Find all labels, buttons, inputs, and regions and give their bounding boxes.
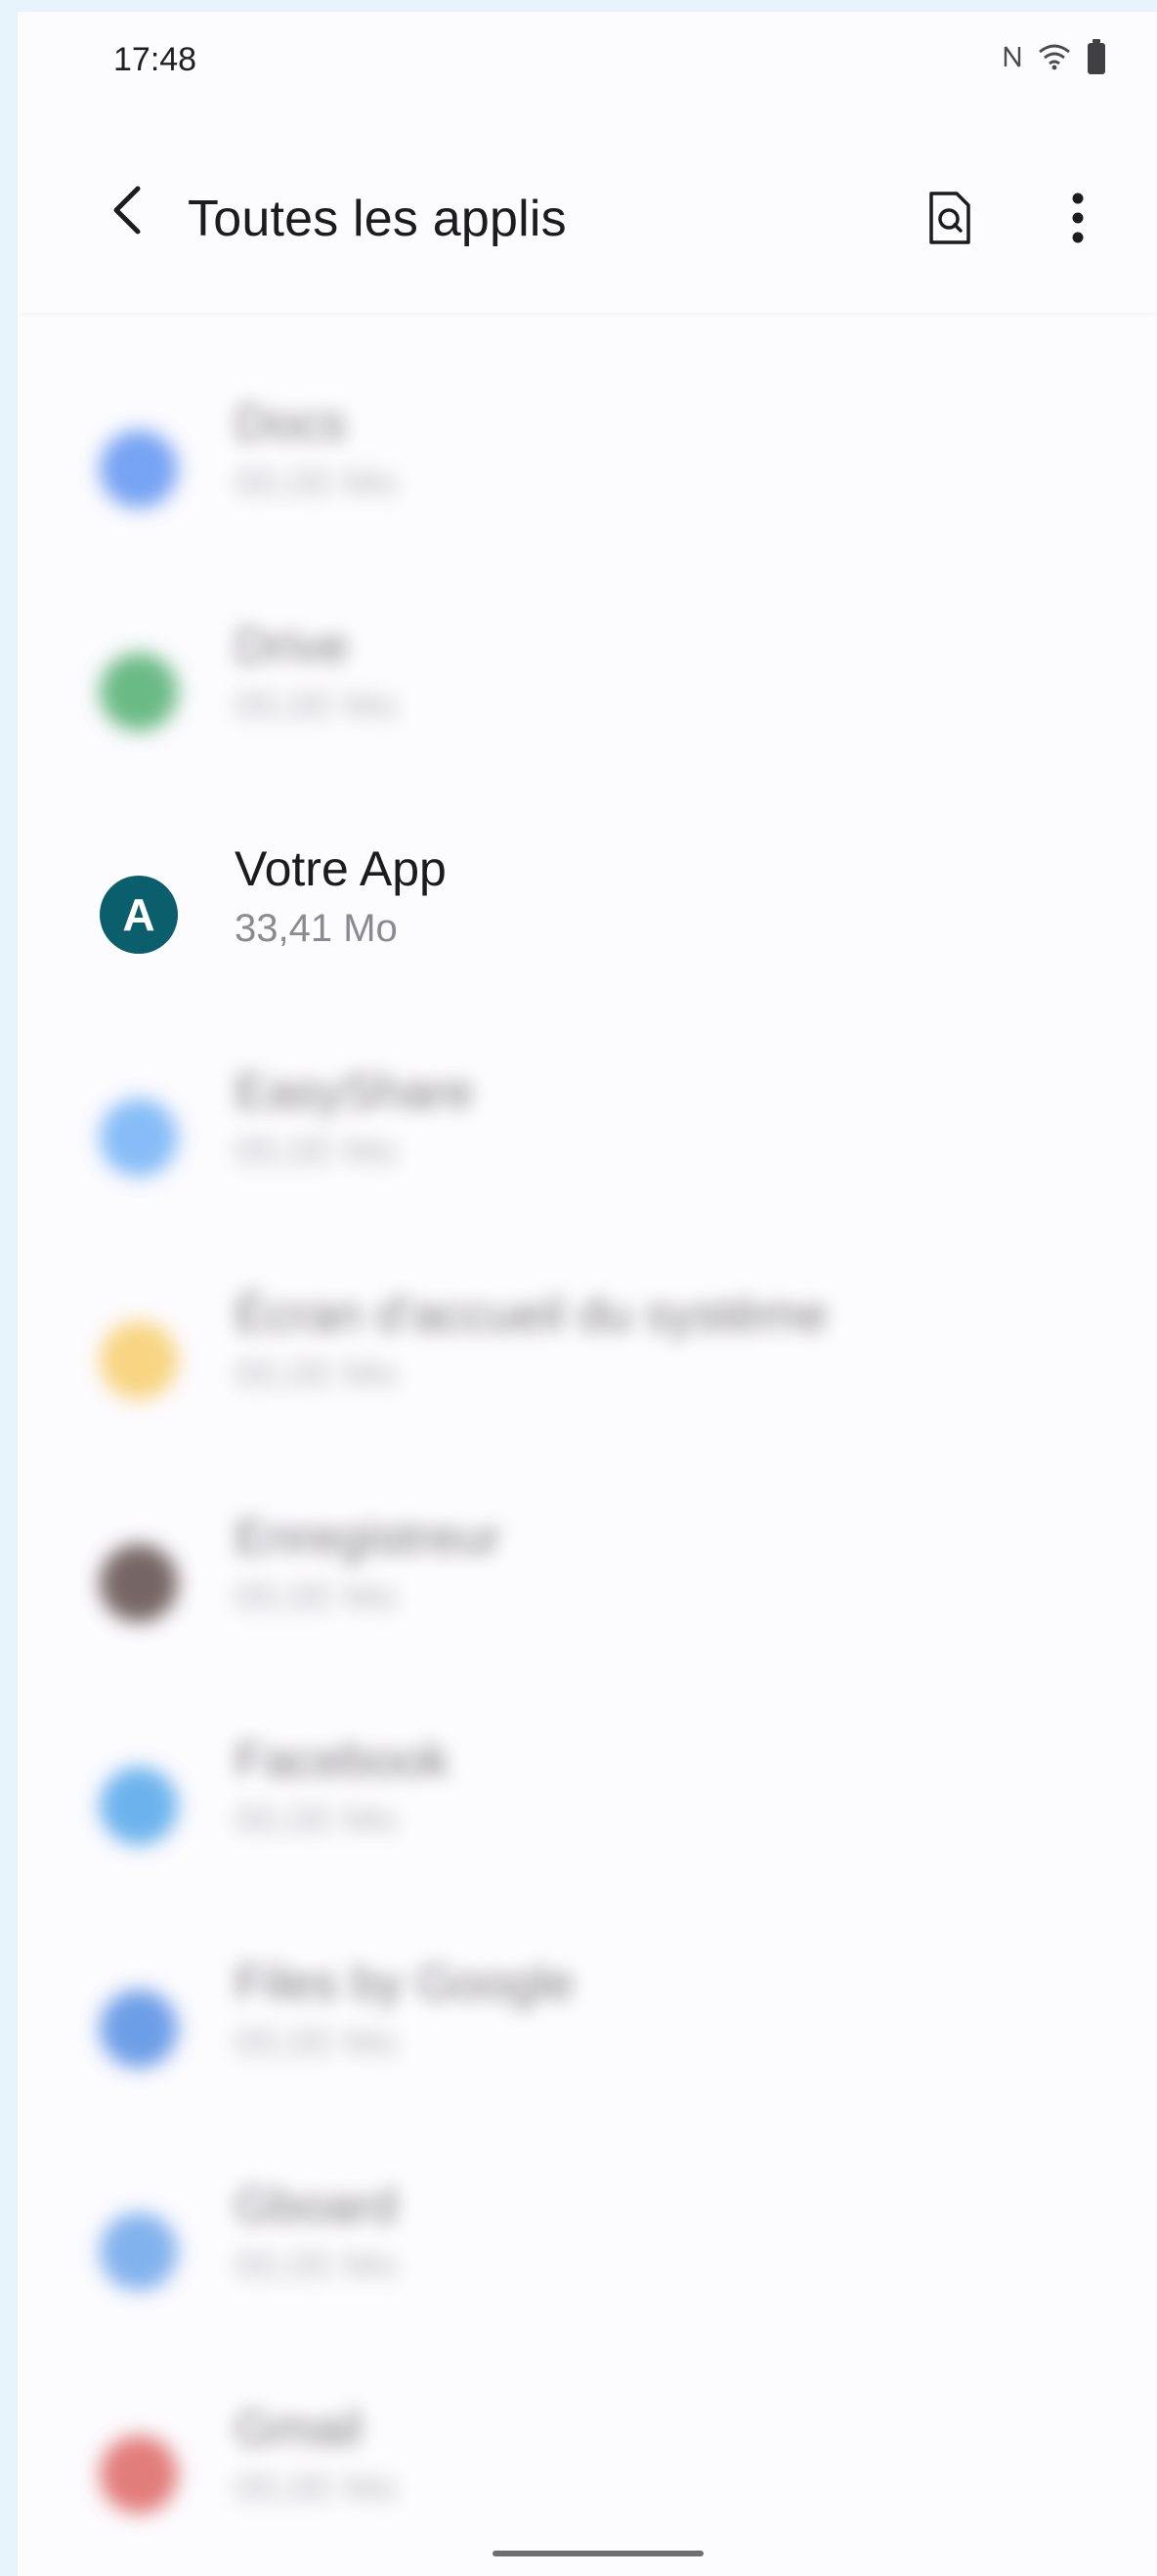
app-size: 00,00 Mo xyxy=(235,1575,398,1618)
app-size: 00,00 Mo xyxy=(235,2244,398,2287)
more-vert-icon xyxy=(1070,192,1086,249)
more-options-button[interactable] xyxy=(1046,186,1110,254)
back-button[interactable] xyxy=(92,178,160,246)
app-name: Écran d'accueil du système xyxy=(235,1287,829,1342)
app-list-item[interactable]: Drive 00,00 Mo xyxy=(18,575,1157,797)
status-icons xyxy=(1003,39,1106,79)
app-icon xyxy=(100,1098,178,1177)
app-name: Docs xyxy=(235,396,346,451)
app-name: Enregistreur xyxy=(235,1510,501,1565)
app-list-item[interactable]: Gmail 00,00 Mo xyxy=(18,2357,1157,2576)
search-button[interactable] xyxy=(915,186,983,254)
app-size: 00,00 Mo xyxy=(235,461,398,504)
search-document-icon xyxy=(925,190,972,251)
gesture-navigation-handle[interactable] xyxy=(493,2551,704,2556)
app-name: Drive xyxy=(235,619,349,673)
page-title: Toutes les applis xyxy=(188,191,567,247)
app-size: 00,00 Mo xyxy=(235,1798,398,1841)
app-list-item[interactable]: Gboard 00,00 Mo xyxy=(18,2134,1157,2357)
app-icon xyxy=(100,1321,178,1399)
app-screen: 17:48 Toutes les applis Docs 00,00 Mo Dr… xyxy=(18,12,1157,2576)
app-list-item[interactable]: EasyShare 00,00 Mo xyxy=(18,1020,1157,1243)
status-bar: 17:48 xyxy=(18,12,1157,109)
app-size: 33,41 Mo xyxy=(235,907,398,950)
app-size: 00,00 Mo xyxy=(235,2021,398,2064)
app-name: Files by Google xyxy=(235,1955,575,2010)
back-arrow-icon xyxy=(107,185,146,240)
battery-icon xyxy=(1087,39,1106,79)
app-list-item[interactable]: A Votre App 33,41 Mo xyxy=(18,797,1157,1020)
nfc-icon xyxy=(1003,44,1022,74)
app-size: 00,00 Mo xyxy=(235,684,398,727)
app-name: Gboard xyxy=(235,2178,398,2233)
app-list-item[interactable]: Files by Google 00,00 Mo xyxy=(18,1911,1157,2134)
app-list-item[interactable]: Facebook 00,00 Mo xyxy=(18,1689,1157,1911)
wifi-icon xyxy=(1038,43,1071,75)
app-size: 00,00 Mo xyxy=(235,1130,398,1173)
app-icon: A xyxy=(100,876,178,954)
app-name: Facebook xyxy=(235,1733,450,1787)
app-icon xyxy=(100,653,178,731)
app-icon xyxy=(100,2212,178,2291)
app-icon xyxy=(100,1767,178,1845)
app-bar: Toutes les applis xyxy=(18,109,1157,313)
app-list-item[interactable]: Écran d'accueil du système 00,00 Mo xyxy=(18,1243,1157,1466)
app-list-item[interactable]: Docs 00,00 Mo xyxy=(18,352,1157,575)
app-icon xyxy=(100,2435,178,2513)
app-icon xyxy=(100,1544,178,1622)
app-name: Gmail xyxy=(235,2401,363,2456)
app-name: Votre App xyxy=(235,841,447,896)
app-list-item[interactable]: Enregistreur 00,00 Mo xyxy=(18,1466,1157,1689)
app-icon xyxy=(100,1990,178,2068)
app-size: 00,00 Mo xyxy=(235,1352,398,1395)
app-size: 00,00 Mo xyxy=(235,2467,398,2510)
app-name: EasyShare xyxy=(235,1064,474,1119)
status-time: 17:48 xyxy=(113,41,197,78)
app-icon xyxy=(100,430,178,508)
